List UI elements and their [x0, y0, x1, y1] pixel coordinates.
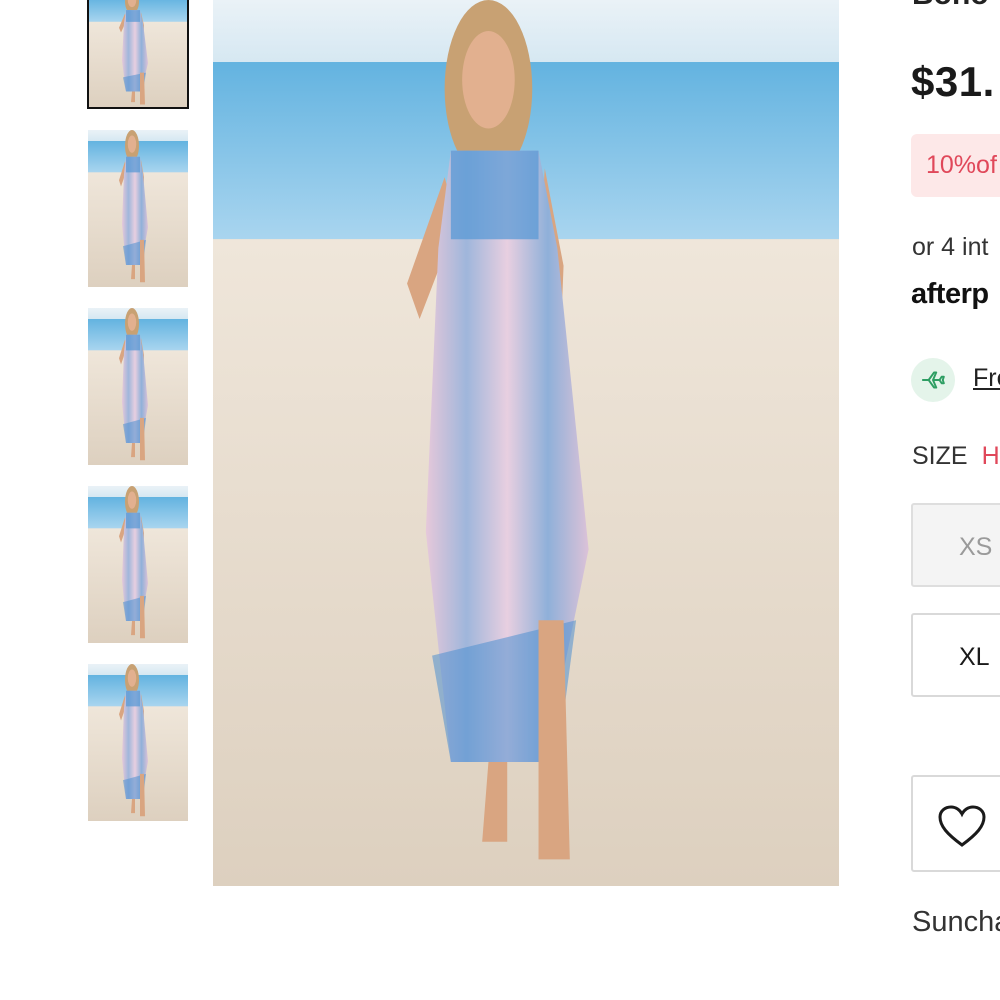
gallery-thumbnail-3[interactable]: [88, 308, 188, 465]
discount-badge: 10%of: [911, 134, 1000, 197]
size-label-text: SIZE: [912, 442, 968, 470]
gallery-thumbnail-5[interactable]: [88, 664, 188, 821]
main-product-image[interactable]: [213, 0, 839, 886]
product-thumbnail-image: [88, 664, 188, 821]
size-option-xl[interactable]: XL: [911, 613, 1000, 697]
brand-name[interactable]: Suncha: [912, 906, 1000, 939]
installments-text: or 4 int: [912, 233, 989, 261]
size-option-xs[interactable]: XS: [911, 503, 1000, 587]
size-option-label: XS: [959, 533, 993, 561]
heart-icon: [938, 805, 986, 847]
afterpay-logo: afterp: [911, 278, 989, 310]
product-thumbnail-image: [88, 0, 188, 108]
size-option-label: XL: [959, 643, 990, 671]
gallery-thumbnail-1[interactable]: [87, 0, 189, 109]
wishlist-button[interactable]: [911, 775, 1000, 872]
product-price: $31.: [911, 58, 995, 105]
product-photo: [213, 0, 839, 886]
gallery-thumbnail-4[interactable]: [88, 486, 188, 643]
free-shipping-link[interactable]: Fre: [973, 364, 1000, 393]
size-label: SIZE H: [912, 442, 1000, 471]
product-thumbnail-image: [88, 130, 188, 287]
product-thumbnail-image: [88, 308, 188, 465]
product-title: Boho: [912, 0, 989, 12]
airplane-icon: [911, 358, 955, 402]
product-thumbnail-image: [88, 486, 188, 643]
gallery-thumbnail-2[interactable]: [88, 130, 188, 287]
size-hint: H: [981, 442, 1000, 470]
